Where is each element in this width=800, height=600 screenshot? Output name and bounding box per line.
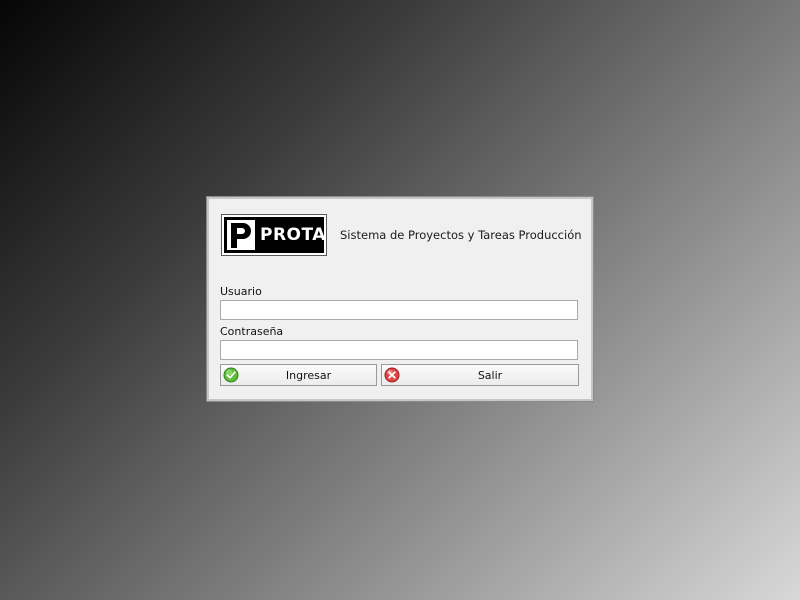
close-icon <box>384 367 400 383</box>
username-input[interactable] <box>220 300 578 320</box>
check-icon <box>223 367 239 383</box>
password-label: Contraseña <box>220 325 284 338</box>
login-dialog: PROTA Sistema de Proyectos y Tareas Prod… <box>207 197 593 401</box>
exit-button[interactable]: Salir <box>381 364 579 386</box>
app-subtitle: Sistema de Proyectos y Tareas Producción <box>340 228 582 242</box>
dialog-header: PROTA Sistema de Proyectos y Tareas Prod… <box>221 214 582 257</box>
logo-p-glyph <box>231 223 251 248</box>
logo-mark <box>227 220 255 250</box>
login-button[interactable]: Ingresar <box>220 364 377 386</box>
exit-button-label: Salir <box>477 369 503 382</box>
prota-logo: PROTA <box>221 214 327 256</box>
password-input[interactable] <box>220 340 578 360</box>
logo-wordmark: PROTA <box>260 225 326 245</box>
login-button-label: Ingresar <box>285 369 332 382</box>
username-label: Usuario <box>220 285 262 298</box>
